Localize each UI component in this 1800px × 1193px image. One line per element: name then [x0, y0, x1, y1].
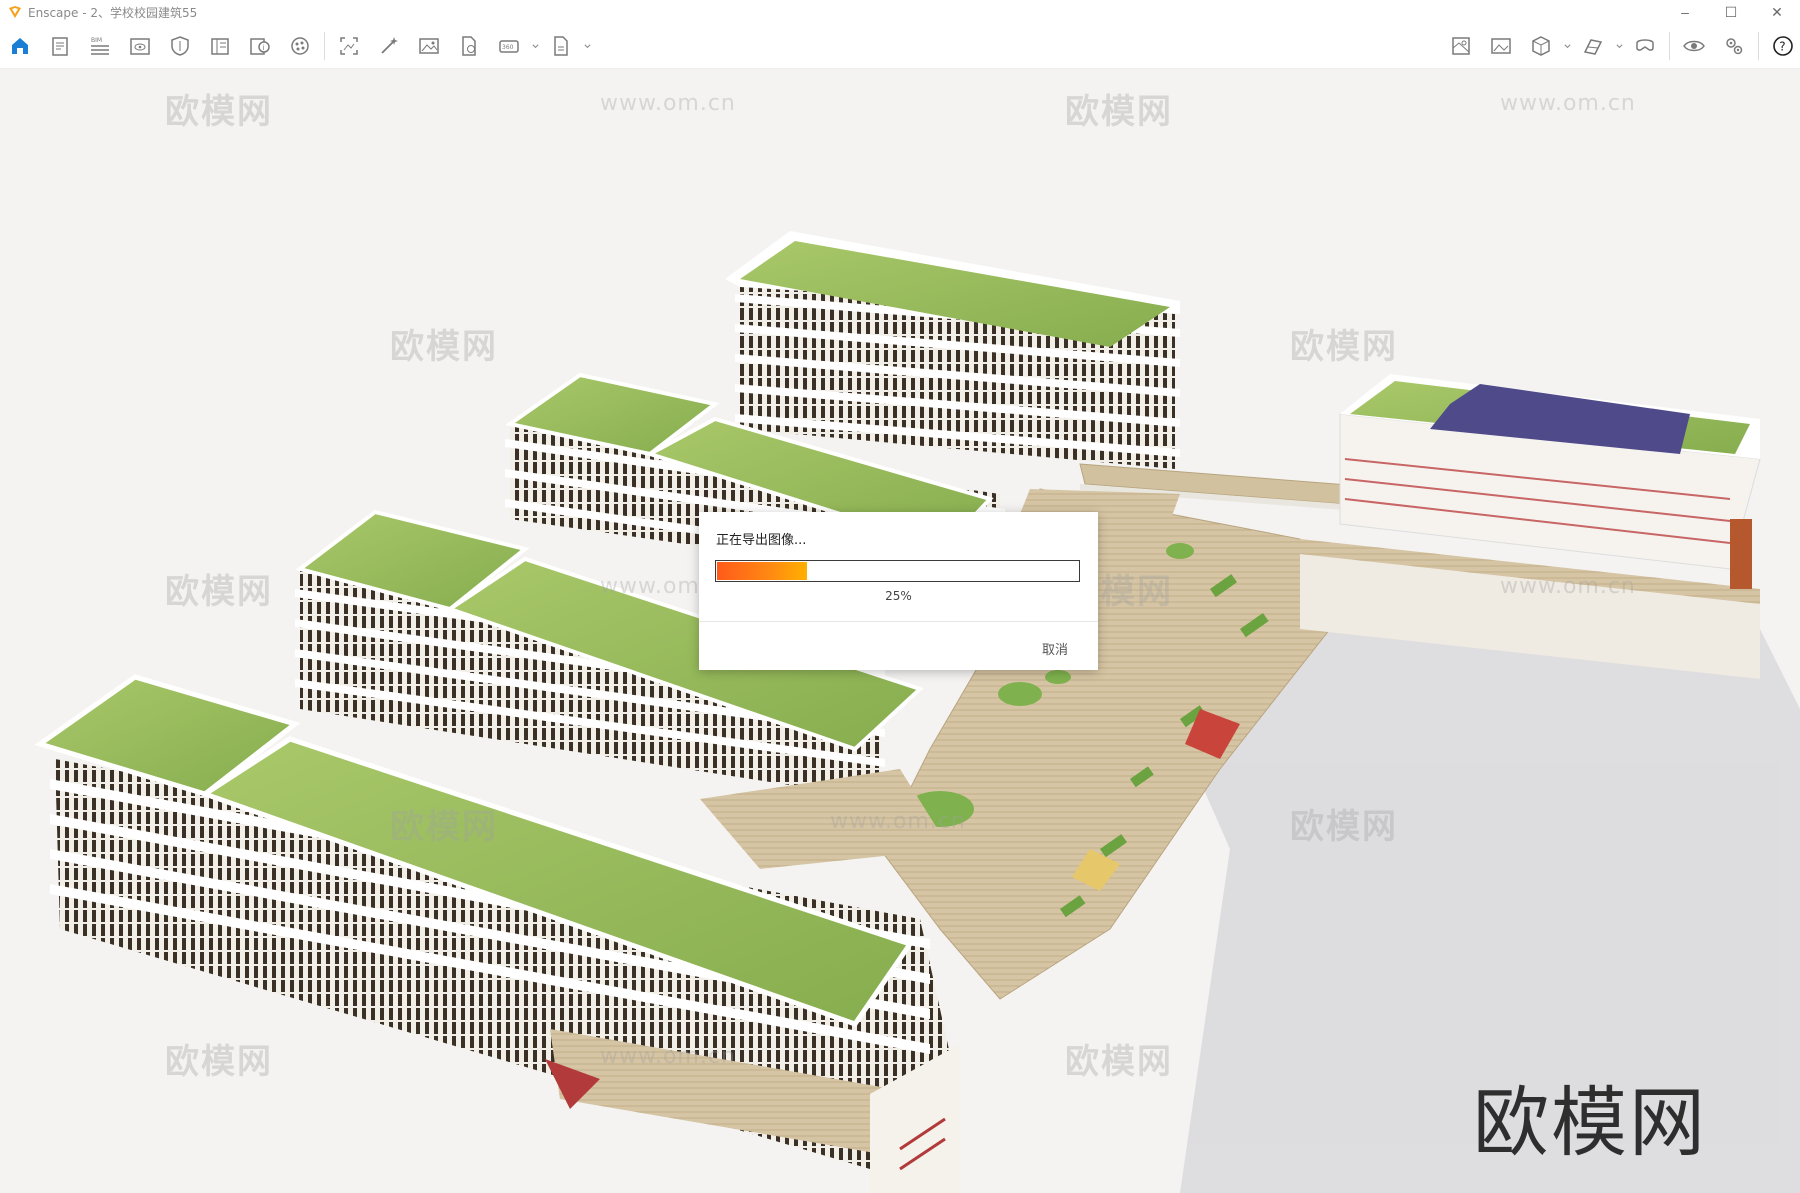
magic-wand-icon	[381, 37, 398, 54]
asset-info-icon: i	[250, 38, 270, 55]
section-icon	[1583, 39, 1603, 55]
gallery-button[interactable]	[1481, 24, 1521, 68]
screenshot-button[interactable]	[329, 24, 369, 68]
enscape-logo-icon	[9, 6, 21, 18]
chevron-down-icon	[531, 43, 539, 48]
screenshot-icon	[340, 37, 358, 55]
toolbar-separator	[1758, 32, 1759, 60]
watermark-text: 欧模网	[1290, 807, 1398, 847]
eye-icon	[1683, 40, 1705, 52]
cube-button[interactable]	[1521, 24, 1561, 68]
watermark-url: www.om.cn	[600, 1044, 736, 1069]
chevron-down-icon	[583, 43, 591, 48]
export-dropdown-caret[interactable]	[581, 24, 593, 68]
cube-dropdown-caret[interactable]	[1561, 24, 1573, 68]
visibility-icon	[130, 38, 150, 55]
watermark-text: 欧模网	[1065, 1042, 1173, 1082]
minimize-button[interactable]: –	[1662, 0, 1708, 24]
watermark-text: 欧模网	[1290, 327, 1398, 367]
bim-icon: BIM	[91, 37, 109, 55]
home-icon	[12, 38, 28, 54]
file-export-icon	[554, 36, 568, 56]
visibility-button[interactable]	[120, 24, 160, 68]
watermark-url: www.om.cn	[830, 809, 966, 834]
chevron-down-icon	[1563, 43, 1571, 48]
toolbar-separator	[1669, 32, 1670, 60]
svg-text:360: 360	[502, 44, 514, 51]
watermark-text: 欧模网	[390, 807, 498, 847]
toolbar-left-group: BIM i 360	[0, 24, 593, 68]
bim-button[interactable]: BIM	[80, 24, 120, 68]
file-export-button[interactable]	[541, 24, 581, 68]
document-button[interactable]	[40, 24, 80, 68]
progress-bar	[715, 560, 1080, 582]
map-icon	[1452, 37, 1470, 55]
back-building	[725, 231, 1180, 469]
svg-text:?: ?	[1779, 40, 1785, 54]
shield-icon	[171, 36, 189, 56]
watermark-url: www.om.cn	[1500, 91, 1636, 116]
watermark-url: www.om.cn	[1500, 574, 1636, 599]
materials-button[interactable]	[280, 24, 320, 68]
toolbar: BIM i 360 ?	[0, 24, 1800, 85]
map-button[interactable]	[1441, 24, 1481, 68]
window-title: Enscape - 2、学校校园建筑55	[28, 5, 198, 20]
export-file-button[interactable]	[449, 24, 489, 68]
right-building	[1300, 374, 1761, 679]
settings-icon	[1726, 38, 1743, 55]
home-button[interactable]	[0, 24, 40, 68]
chevron-down-icon	[1615, 43, 1623, 48]
toolbar-right-group: ?	[1441, 24, 1800, 68]
image-icon	[419, 38, 439, 54]
gallery-icon	[1491, 38, 1511, 54]
shield-button[interactable]	[160, 24, 200, 68]
watermark-text: 欧模网	[165, 1042, 273, 1082]
cancel-button[interactable]: 取消	[1042, 639, 1068, 658]
materials-icon	[291, 37, 309, 55]
eye-button[interactable]	[1674, 24, 1714, 68]
export-progress-dialog: 正在导出图像... 25% 取消	[699, 512, 1098, 670]
watermark-text: 欧模网	[1065, 92, 1173, 132]
brand-watermark: 欧模网	[1473, 1078, 1707, 1167]
export-file-icon	[462, 36, 476, 56]
library-icon	[211, 38, 229, 55]
vr-headset-button[interactable]	[1625, 24, 1665, 68]
panorama-dropdown-caret[interactable]	[529, 24, 541, 68]
close-button[interactable]: ✕	[1754, 0, 1800, 24]
svg-text:i: i	[263, 44, 265, 52]
watermark-text: 欧模网	[165, 92, 273, 132]
magic-wand-button[interactable]	[369, 24, 409, 68]
dialog-title: 正在导出图像...	[716, 533, 807, 548]
watermark-text: 欧模网	[390, 327, 498, 367]
document-icon	[52, 37, 68, 56]
cube-icon	[1532, 36, 1550, 56]
section-button[interactable]	[1573, 24, 1613, 68]
watermark-text: 欧模网	[165, 572, 273, 612]
vr-headset-icon	[1636, 39, 1654, 51]
window-controls: – ☐ ✕	[1662, 0, 1800, 24]
progress-percent: 25%	[885, 589, 912, 603]
asset-info-button[interactable]: i	[240, 24, 280, 68]
maximize-button[interactable]: ☐	[1708, 0, 1754, 24]
svg-text:BIM: BIM	[91, 37, 102, 44]
toolbar-separator	[324, 32, 325, 60]
progress-bar-fill	[717, 562, 807, 580]
watermark-url: www.om.cn	[600, 91, 736, 116]
dialog-divider	[699, 621, 1098, 622]
panorama-360-icon: 360	[499, 40, 519, 53]
settings-button[interactable]	[1714, 24, 1754, 68]
panorama-360-button[interactable]: 360	[489, 24, 529, 68]
image-button[interactable]	[409, 24, 449, 68]
help-button[interactable]: ?	[1763, 24, 1800, 68]
section-dropdown-caret[interactable]	[1613, 24, 1625, 68]
help-icon: ?	[1773, 36, 1793, 56]
title-bar: Enscape - 2、学校校园建筑55 – ☐ ✕	[0, 0, 1800, 24]
library-button[interactable]	[200, 24, 240, 68]
